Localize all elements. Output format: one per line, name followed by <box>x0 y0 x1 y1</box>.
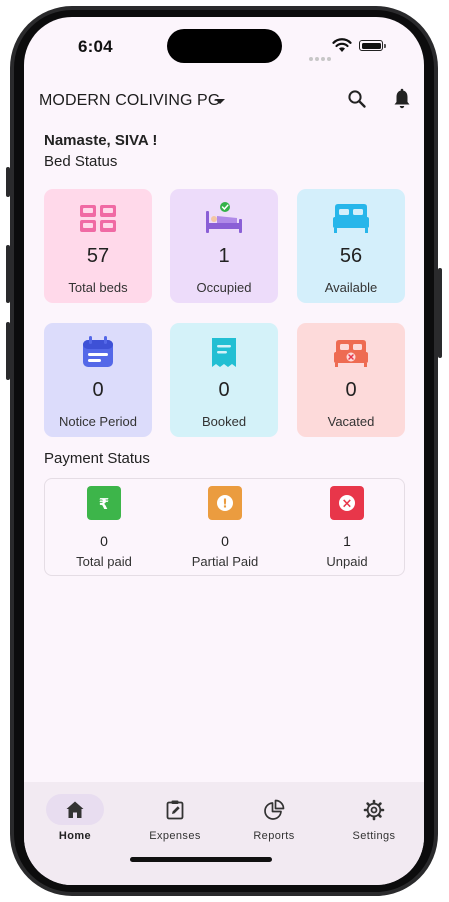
payment-total-paid[interactable]: ₹ 0 Total paid <box>49 479 159 577</box>
battery-icon <box>359 40 386 51</box>
nav-item-reports[interactable]: Reports <box>229 796 319 856</box>
home-indicator <box>130 857 272 862</box>
card-occupied[interactable]: 1 Occupied <box>170 189 278 303</box>
card-label: Occupied <box>196 280 252 295</box>
dynamic-island <box>167 29 282 63</box>
greeting-text: Namaste, SIVA ! <box>44 132 158 149</box>
payment-label: Total paid <box>76 554 132 569</box>
card-label: Vacated <box>327 414 375 429</box>
home-icon <box>66 801 84 818</box>
receipt-icon <box>212 338 236 367</box>
card-notice-period[interactable]: 0 Notice Period <box>44 323 152 437</box>
card-value: 0 <box>345 379 357 401</box>
search-icon[interactable] <box>347 89 367 109</box>
app-screen: 6:04 MODERN COLIVING PG Namaste, SIVA ! … <box>24 17 424 885</box>
card-label: Available <box>324 280 378 295</box>
gear-icon <box>363 799 385 821</box>
nav-label: Reports <box>253 830 295 842</box>
svg-text:₹: ₹ <box>99 495 109 513</box>
payment-value: 0 <box>221 533 229 549</box>
nav-label: Expenses <box>149 830 201 842</box>
svg-text:!: ! <box>222 497 227 511</box>
card-label: Notice Period <box>58 414 138 429</box>
bell-icon[interactable] <box>392 88 412 110</box>
pie-chart-icon <box>264 799 285 820</box>
nav-item-expenses[interactable]: Expenses <box>130 796 220 856</box>
payment-status-panel: ₹ 0 Total paid ! 0 Partial Paid × 1 Unpa… <box>44 478 405 576</box>
caret-down-icon <box>215 99 225 104</box>
status-time: 6:04 <box>78 37 113 56</box>
payment-status-title: Payment Status <box>44 450 150 467</box>
wifi-icon <box>332 38 352 52</box>
payment-value: 0 <box>100 533 108 549</box>
payment-value: 1 <box>343 533 351 549</box>
status-bar: 6:04 <box>24 17 424 75</box>
rupee-icon: ₹ <box>87 486 121 520</box>
card-booked[interactable]: 0 Booked <box>170 323 278 437</box>
payment-unpaid[interactable]: × 1 Unpaid <box>292 479 402 577</box>
bed-cancel-icon <box>334 340 368 367</box>
x-circle-icon: × <box>330 486 364 520</box>
bottom-nav: Home Expenses Reports Settings <box>24 782 424 885</box>
signal-icon <box>309 48 333 66</box>
card-value: 1 <box>218 245 230 267</box>
payment-label: Partial Paid <box>191 554 259 569</box>
card-total-beds[interactable]: 57 Total beds <box>44 189 152 303</box>
card-value: 0 <box>218 379 230 401</box>
payment-partial-paid[interactable]: ! 0 Partial Paid <box>170 479 280 577</box>
calendar-icon <box>83 336 113 367</box>
card-vacated[interactable]: 0 Vacated <box>297 323 405 437</box>
card-available[interactable]: 56 Available <box>297 189 405 303</box>
bed-status-title: Bed Status <box>44 153 118 170</box>
nav-item-settings[interactable]: Settings <box>329 796 419 856</box>
card-label: Booked <box>201 414 247 429</box>
card-value: 56 <box>339 245 363 267</box>
nav-label: Settings <box>352 830 396 842</box>
payment-label: Unpaid <box>326 554 368 569</box>
card-value: 0 <box>92 379 104 401</box>
nav-item-home[interactable]: Home <box>30 796 120 856</box>
exclamation-icon: ! <box>208 486 242 520</box>
card-label: Total beds <box>68 280 128 295</box>
expenses-icon <box>166 800 184 820</box>
svg-text:×: × <box>342 497 353 512</box>
nav-label: Home <box>58 830 92 842</box>
empty-bed-icon <box>333 204 369 233</box>
double-bed-pink-icon <box>80 205 116 232</box>
card-value: 57 <box>86 245 110 267</box>
pg-selector-label: MODERN COLIVING PG <box>39 92 221 109</box>
person-sleeping-icon <box>206 202 242 233</box>
power-button <box>438 268 442 358</box>
